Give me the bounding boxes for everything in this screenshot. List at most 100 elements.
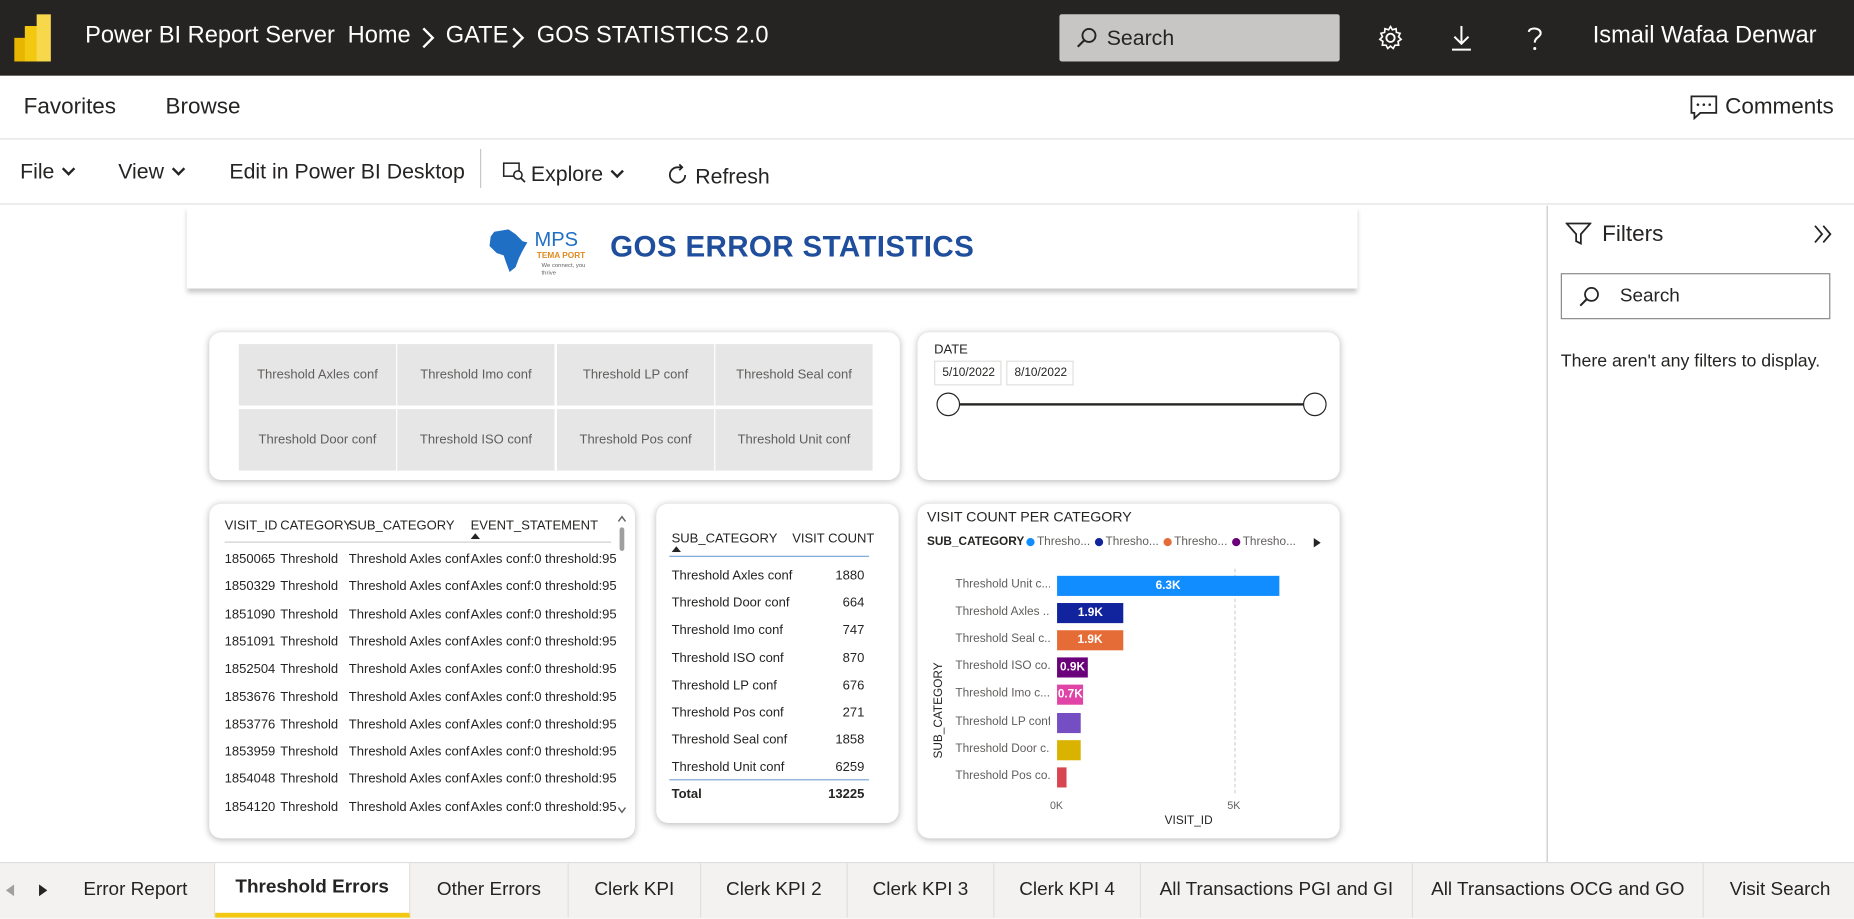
collapse-pane-icon[interactable] (1813, 225, 1834, 244)
view-menu[interactable]: View (118, 160, 185, 185)
nav-favorites[interactable]: Favorites (24, 95, 116, 121)
bar[interactable] (1057, 739, 1081, 760)
nav-bar: Favorites Browse Comments (0, 76, 1854, 140)
table-cell: Axles conf:0 threshold:95 (470, 772, 617, 787)
table-cell: 1854048 (224, 772, 276, 787)
slicer-button[interactable]: Threshold ISO conf (397, 409, 555, 471)
report-toolbar: File View Edit in Power BI Desktop Explo… (0, 140, 1854, 205)
header-search-input[interactable]: Search (1059, 14, 1340, 62)
edit-desktop-button[interactable]: Edit in Power BI Desktop (229, 160, 464, 185)
slicer-button[interactable]: Threshold Door conf (238, 409, 397, 471)
col-header[interactable]: VISIT_ID (225, 519, 278, 533)
summary-cell: 6259 (835, 760, 865, 775)
tab-all-transactions-ocg-and-go[interactable]: All Transactions OCG and GO (1413, 863, 1704, 918)
y-tick-label: Threshold Door c... (955, 742, 1050, 756)
date-start-input[interactable]: 5/10/2022 (934, 360, 1002, 386)
user-name[interactable]: Ismail Wafaa Denwar (1593, 22, 1817, 49)
bar-data-label: 6.3K (1155, 579, 1181, 593)
y-tick-label: Threshold Imo c... (955, 687, 1050, 701)
col-header[interactable]: SUB_CATEGORY (349, 519, 455, 533)
top-bar: Power BI Report Server Home GATE GOS STA… (0, 0, 1854, 76)
col-header[interactable]: SUB_CATEGORY (672, 532, 778, 546)
toolbar-divider (480, 148, 482, 189)
summary-cell: Threshold Axles conf (671, 568, 793, 583)
breadcrumb-home[interactable]: Home (348, 22, 411, 49)
col-header[interactable]: VISIT COUNT (792, 532, 874, 546)
table-cell: Threshold (280, 800, 339, 815)
date-slicer: DATE 5/10/2022 8/10/2022 (917, 332, 1340, 481)
table-cell: 1853776 (224, 717, 276, 732)
tab-all-transactions-pgi-and-gi[interactable]: All Transactions PGI and GI (1141, 863, 1413, 918)
table-cell: Axles conf:0 threshold:95 (470, 745, 617, 760)
date-end-handle[interactable] (1303, 392, 1327, 417)
download-icon[interactable] (1447, 24, 1475, 52)
slicer-button[interactable]: Threshold Axles conf (238, 344, 397, 406)
file-menu[interactable]: File (20, 160, 76, 185)
tab-scroll-left-icon[interactable] (5, 884, 15, 897)
gear-icon[interactable] (1376, 24, 1404, 52)
table-cell: Threshold Axles conf (348, 579, 470, 594)
table-cell: Axles conf:0 threshold:95 (470, 579, 617, 594)
summary-cell: Threshold ISO conf (671, 651, 784, 666)
app-title[interactable]: Power BI Report Server (85, 22, 335, 49)
tab-threshold-errors[interactable]: Threshold Errors (215, 863, 411, 918)
scroll-down-icon[interactable] (617, 806, 627, 814)
tab-error-report[interactable]: Error Report (57, 863, 216, 918)
breadcrumb-folder[interactable]: GATE (446, 22, 509, 49)
summary-cell: Threshold Unit conf (671, 760, 785, 775)
summary-cell: 747 (842, 623, 865, 638)
tab-clerk-kpi-4[interactable]: Clerk KPI 4 (994, 863, 1142, 918)
date-end-input[interactable]: 8/10/2022 (1006, 360, 1074, 386)
breadcrumb-report: GOS STATISTICS 2.0 (536, 22, 769, 49)
total-value: 13225 (828, 787, 865, 802)
slicer-button[interactable]: Threshold Seal conf (715, 344, 873, 406)
scroll-up-icon[interactable] (617, 515, 627, 523)
filter-icon (1565, 222, 1592, 246)
slicer-button[interactable]: Threshold Unit conf (715, 409, 873, 471)
summary-table: SUB_CATEGORY VISIT COUNT Threshold Axles… (656, 503, 899, 823)
table-cell: Threshold (280, 689, 339, 705)
help-icon[interactable] (1521, 24, 1549, 52)
search-icon (1579, 287, 1599, 307)
bar[interactable] (1057, 712, 1082, 733)
africa-map-icon (489, 229, 528, 272)
table-cell: Axles conf:0 threshold:95 (470, 689, 617, 705)
table-cell: Threshold Axles conf (348, 662, 470, 677)
chart-plot: Threshold Unit c... 6.3K Threshold Axles .… (918, 504, 1340, 839)
explore-menu[interactable]: Explore (502, 160, 624, 187)
table-cell: 1854120 (224, 800, 276, 815)
header-divider (669, 555, 870, 557)
table-cell: Threshold Axles conf (348, 745, 470, 760)
refresh-icon (668, 163, 687, 184)
col-header[interactable]: CATEGORY (280, 519, 352, 533)
filters-search-input[interactable]: Search (1560, 273, 1831, 320)
col-header[interactable]: EVENT_STATEMENT (471, 519, 598, 533)
tab-visit-search[interactable]: Visit Search (1704, 863, 1854, 917)
y-tick-label: Threshold Pos co... (955, 769, 1050, 783)
table-cell: 1852504 (224, 662, 276, 677)
tab-other-errors[interactable]: Other Errors (410, 863, 569, 918)
x-axis-title: VISIT_ID (1164, 814, 1213, 828)
table-cell: Threshold (280, 607, 339, 622)
tab-clerk-kpi-2[interactable]: Clerk KPI 2 (701, 863, 848, 918)
refresh-button[interactable]: Refresh (666, 160, 770, 190)
scrollbar-thumb[interactable] (619, 527, 625, 551)
slicer-button[interactable]: Threshold LP conf (556, 344, 715, 406)
nav-browse[interactable]: Browse (166, 95, 241, 121)
date-start-handle[interactable] (936, 392, 961, 417)
page-tab-bar: Error Report Threshold Errors Other Errors… (0, 861, 1854, 919)
tab-clerk-kpi[interactable]: Clerk KPI (569, 863, 702, 918)
tab-scroll-right-icon[interactable] (39, 884, 48, 897)
bar[interactable] (1057, 767, 1067, 788)
total-label: Total (671, 787, 702, 802)
table-cell: Axles conf:0 threshold:95 (470, 607, 617, 622)
power-bi-logo-icon[interactable] (14, 14, 54, 62)
sort-ascending-icon (470, 533, 481, 540)
table-cell: Axles conf:0 threshold:95 (470, 662, 617, 677)
comment-icon (1690, 95, 1718, 121)
slicer-button[interactable]: Threshold Imo conf (397, 344, 555, 406)
tab-clerk-kpi-3[interactable]: Clerk KPI 3 (848, 863, 995, 918)
date-slicer-label: DATE (934, 342, 968, 358)
subcategory-slicer: Threshold Axles conf Threshold Imo conf … (209, 332, 900, 481)
slicer-button[interactable]: Threshold Pos conf (556, 409, 715, 471)
